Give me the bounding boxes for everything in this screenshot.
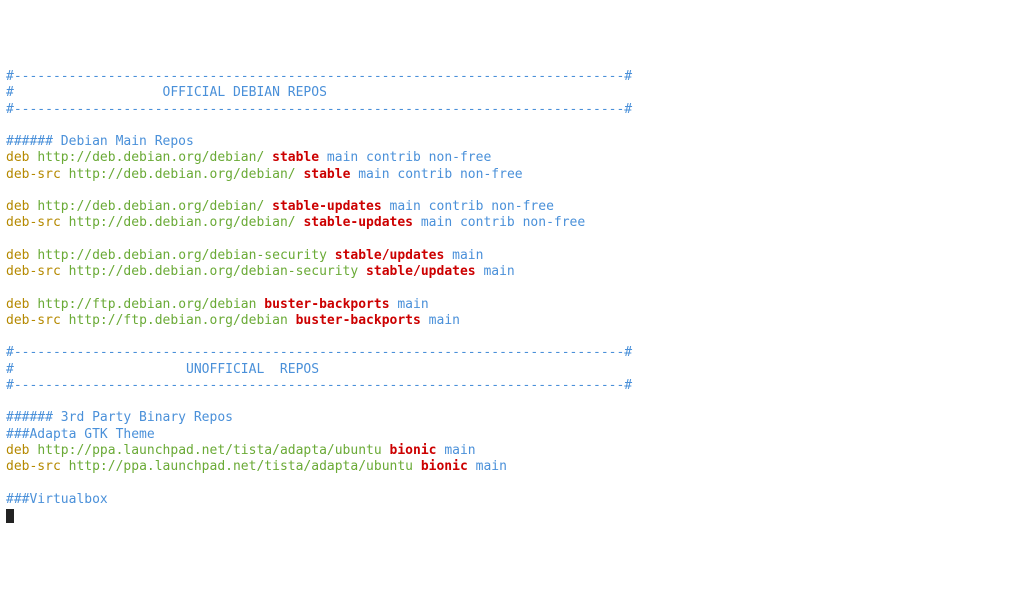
repo-components: main contrib non-free: [358, 167, 522, 182]
space: [468, 459, 476, 474]
repo-url: http://deb.debian.org/debian-security: [37, 248, 327, 263]
space: [264, 150, 272, 165]
space: [319, 150, 327, 165]
repo-suite: bionic: [390, 443, 437, 458]
repo-suite: stable-updates: [303, 215, 413, 230]
repo-type: deb-src: [6, 167, 61, 182]
repo-suite: stable-updates: [272, 199, 382, 214]
subsection-title-adapta: ###Adapta GTK Theme: [6, 427, 155, 442]
repo-type: deb: [6, 297, 29, 312]
repo-suite: buster-backports: [296, 313, 421, 328]
repo-type: deb-src: [6, 264, 61, 279]
repo-components: main contrib non-free: [390, 199, 554, 214]
text-cursor: [6, 509, 14, 523]
repo-components: main: [444, 443, 475, 458]
repo-type: deb: [6, 150, 29, 165]
repo-components: main: [476, 459, 507, 474]
subsection-title-main: ###### Debian Main Repos: [6, 134, 194, 149]
repo-url: http://deb.debian.org/debian/: [69, 167, 296, 182]
repo-components: main: [452, 248, 483, 263]
section-header-unofficial: # UNOFFICIAL REPOS: [6, 362, 499, 377]
subsection-title-virtualbox: ###Virtualbox: [6, 492, 108, 507]
repo-url: http://deb.debian.org/debian/: [69, 215, 296, 230]
repo-url: http://ftp.debian.org/debian: [69, 313, 288, 328]
space: [358, 264, 366, 279]
space: [264, 199, 272, 214]
repo-components: main contrib non-free: [421, 215, 585, 230]
space: [288, 313, 296, 328]
text-editor-viewport[interactable]: #---------------------------------------…: [6, 69, 1018, 524]
comment-rule: #---------------------------------------…: [6, 102, 632, 117]
repo-type: deb: [6, 443, 29, 458]
repo-url: http://ftp.debian.org/debian: [37, 297, 256, 312]
repo-suite: stable: [303, 167, 350, 182]
space: [61, 215, 69, 230]
space: [382, 443, 390, 458]
space: [444, 248, 452, 263]
space: [61, 459, 69, 474]
repo-type: deb: [6, 199, 29, 214]
repo-url: http://ppa.launchpad.net/tista/adapta/ub…: [37, 443, 381, 458]
repo-components: main: [483, 264, 514, 279]
subsection-title-3rdparty: ###### 3rd Party Binary Repos: [6, 410, 233, 425]
space: [327, 248, 335, 263]
repo-suite: stable: [272, 150, 319, 165]
repo-components: main: [429, 313, 460, 328]
repo-components: main: [397, 297, 428, 312]
repo-type: deb-src: [6, 459, 61, 474]
comment-rule: #---------------------------------------…: [6, 345, 632, 360]
space: [413, 215, 421, 230]
repo-url: http://ppa.launchpad.net/tista/adapta/ub…: [69, 459, 413, 474]
repo-url: http://deb.debian.org/debian/: [37, 150, 264, 165]
repo-suite: stable/updates: [366, 264, 476, 279]
repo-url: http://deb.debian.org/debian-security: [69, 264, 359, 279]
comment-rule: #---------------------------------------…: [6, 378, 632, 393]
repo-suite: stable/updates: [335, 248, 445, 263]
space: [421, 313, 429, 328]
space: [61, 264, 69, 279]
repo-suite: bionic: [421, 459, 468, 474]
section-header-official: # OFFICIAL DEBIAN REPOS: [6, 85, 483, 100]
space: [61, 313, 69, 328]
space: [413, 459, 421, 474]
repo-type: deb-src: [6, 313, 61, 328]
repo-type: deb: [6, 248, 29, 263]
repo-url: http://deb.debian.org/debian/: [37, 199, 264, 214]
space: [382, 199, 390, 214]
comment-rule: #---------------------------------------…: [6, 69, 632, 84]
space: [61, 167, 69, 182]
repo-components: main contrib non-free: [327, 150, 491, 165]
repo-suite: buster-backports: [264, 297, 389, 312]
repo-type: deb-src: [6, 215, 61, 230]
